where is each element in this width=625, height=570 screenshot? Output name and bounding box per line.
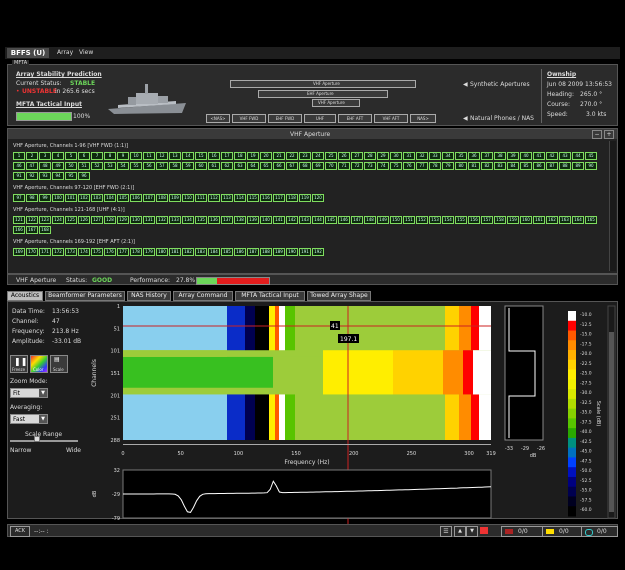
scale-title: Scale (dB) xyxy=(595,401,601,427)
x-tick-50: 50 xyxy=(177,451,183,457)
db-tick-1: -29 xyxy=(112,492,120,498)
profile-tick-2: -26 xyxy=(537,446,545,452)
spectrogram-band-19 xyxy=(463,350,473,395)
scale-swatch-14 xyxy=(568,447,576,458)
scale-tick-10: -35.0 xyxy=(580,410,592,416)
scale-tick-13: -42.5 xyxy=(580,439,592,445)
alert-cyan-counter[interactable]: 0/0 xyxy=(581,526,618,537)
alert-yellow-counter[interactable]: 0/0 xyxy=(542,526,582,537)
x-tick-0: 0 xyxy=(121,451,124,457)
spectrogram-band-14 xyxy=(123,356,273,388)
status-dashes: --:-- : xyxy=(34,528,49,535)
scale-swatch-8 xyxy=(568,389,576,400)
scale-swatch-16 xyxy=(568,467,576,478)
cursor-channel-tag: 41 xyxy=(331,323,339,330)
scale-swatch-0 xyxy=(568,311,576,322)
up-icon[interactable]: ▲ xyxy=(454,526,466,537)
scale-tick-4: -20.0 xyxy=(580,351,592,357)
count-red: 0/0 xyxy=(518,528,528,535)
scale-swatch-7 xyxy=(568,379,576,390)
scale-tick-11: -37.5 xyxy=(580,419,592,425)
scale-swatch-1 xyxy=(568,320,576,332)
scale-swatch-11 xyxy=(568,418,576,429)
y-axis-label: Channels xyxy=(91,359,98,387)
count-cyan: 0/0 xyxy=(597,528,607,535)
acoustic-display: 41197.1Channels1511011512012512880 50 100 1… xyxy=(91,304,616,534)
list-icon[interactable]: ☰ xyxy=(440,526,452,537)
scale-tick-6: -25.0 xyxy=(580,371,592,377)
ack-button[interactable]: ACK xyxy=(10,526,30,537)
scale-tick-8: -30.0 xyxy=(580,390,592,396)
scale-tick-20: -60.0 xyxy=(580,507,592,513)
y-tick-51: 51 xyxy=(114,326,120,332)
x-tick-100: 100 xyxy=(234,451,244,457)
db-axis-label: dB xyxy=(92,490,98,497)
scale-swatch-17 xyxy=(568,476,576,488)
scale-swatch-15 xyxy=(568,457,576,468)
x-tick-300: 300 xyxy=(464,451,474,457)
scale-tick-18: -55.0 xyxy=(580,488,592,494)
scale-tick-12: -40.0 xyxy=(580,429,592,435)
spectrogram-band-16 xyxy=(323,350,393,395)
scale-tick-15: -47.5 xyxy=(580,458,592,464)
scale-tick-9: -32.5 xyxy=(580,400,592,406)
acoustic-scroll-thumb xyxy=(609,332,614,512)
spectrum-plot-frame xyxy=(122,469,492,519)
x-axis-line xyxy=(123,444,491,445)
scale-tick-3: -17.5 xyxy=(580,341,592,347)
scale-swatch-13 xyxy=(568,437,576,449)
yellow-indicator-icon xyxy=(546,529,554,534)
y-tick-251: 251 xyxy=(110,416,120,422)
profile-axis-label: dB xyxy=(530,453,537,459)
scale-swatch-3 xyxy=(568,340,576,351)
red-indicator-icon xyxy=(505,529,513,534)
alarm-icon[interactable] xyxy=(480,527,488,534)
alert-red-counter[interactable]: 0/0 xyxy=(501,526,543,537)
y-tick-1: 1 xyxy=(117,304,120,310)
y-tick-201: 201 xyxy=(110,393,120,399)
spectrogram-band-upper-mid xyxy=(123,350,227,357)
scale-swatch-18 xyxy=(568,486,576,497)
profile-tick-1: -29 xyxy=(521,446,529,452)
scale-swatch-2 xyxy=(568,330,576,341)
count-yellow: 0/0 xyxy=(559,528,569,535)
spectrogram-band-18 xyxy=(443,350,463,395)
cursor-freq-tag: 197.1 xyxy=(340,336,357,343)
scale-tick-7: -27.5 xyxy=(580,380,592,386)
scale-swatch-19 xyxy=(568,496,576,507)
scale-swatch-10 xyxy=(568,408,576,419)
bottom-status-bar: ACK --:-- : ☰ ▲ ▼ 0/0 0/0 0/0 xyxy=(7,524,618,537)
y-tick-288: 288 xyxy=(110,438,120,444)
scale-tick-1: -12.5 xyxy=(580,322,592,328)
spectrogram-band-17 xyxy=(393,350,443,395)
scale-tick-17: -52.5 xyxy=(580,478,592,484)
cyan-indicator-icon xyxy=(585,529,593,536)
y-tick-101: 101 xyxy=(110,349,120,355)
scale-swatch-6 xyxy=(568,369,576,380)
spectrogram-band-15 xyxy=(273,356,323,388)
x-tick-319: 319 xyxy=(486,451,496,457)
y-tick-151: 151 xyxy=(110,371,120,377)
scale-swatch-12 xyxy=(568,428,576,439)
scale-tick-2: -15.0 xyxy=(580,332,592,338)
scale-swatch-4 xyxy=(568,350,576,361)
x-tick-200: 200 xyxy=(349,451,359,457)
spectrogram-band-20 xyxy=(473,350,491,395)
db-tick-2: -79 xyxy=(112,516,120,522)
down-icon[interactable]: ▼ xyxy=(466,526,478,537)
x-tick-250: 250 xyxy=(407,451,417,457)
scale-swatch-9 xyxy=(568,398,576,410)
scale-tick-14: -45.0 xyxy=(580,449,592,455)
profile-tick-0: -33 xyxy=(505,446,513,452)
scale-tick-16: -50.0 xyxy=(580,468,592,474)
scale-swatch-5 xyxy=(568,359,576,371)
channel-profile-frame xyxy=(504,305,544,441)
scale-tick-19: -57.5 xyxy=(580,497,592,503)
x-axis-label: Frequency (Hz) xyxy=(284,459,329,466)
scale-swatch-20 xyxy=(568,506,576,517)
db-tick-0: 32 xyxy=(114,468,120,474)
scale-tick-5: -22.5 xyxy=(580,361,592,367)
scale-tick-0: -10.0 xyxy=(580,312,592,318)
x-tick-150: 150 xyxy=(291,451,301,457)
